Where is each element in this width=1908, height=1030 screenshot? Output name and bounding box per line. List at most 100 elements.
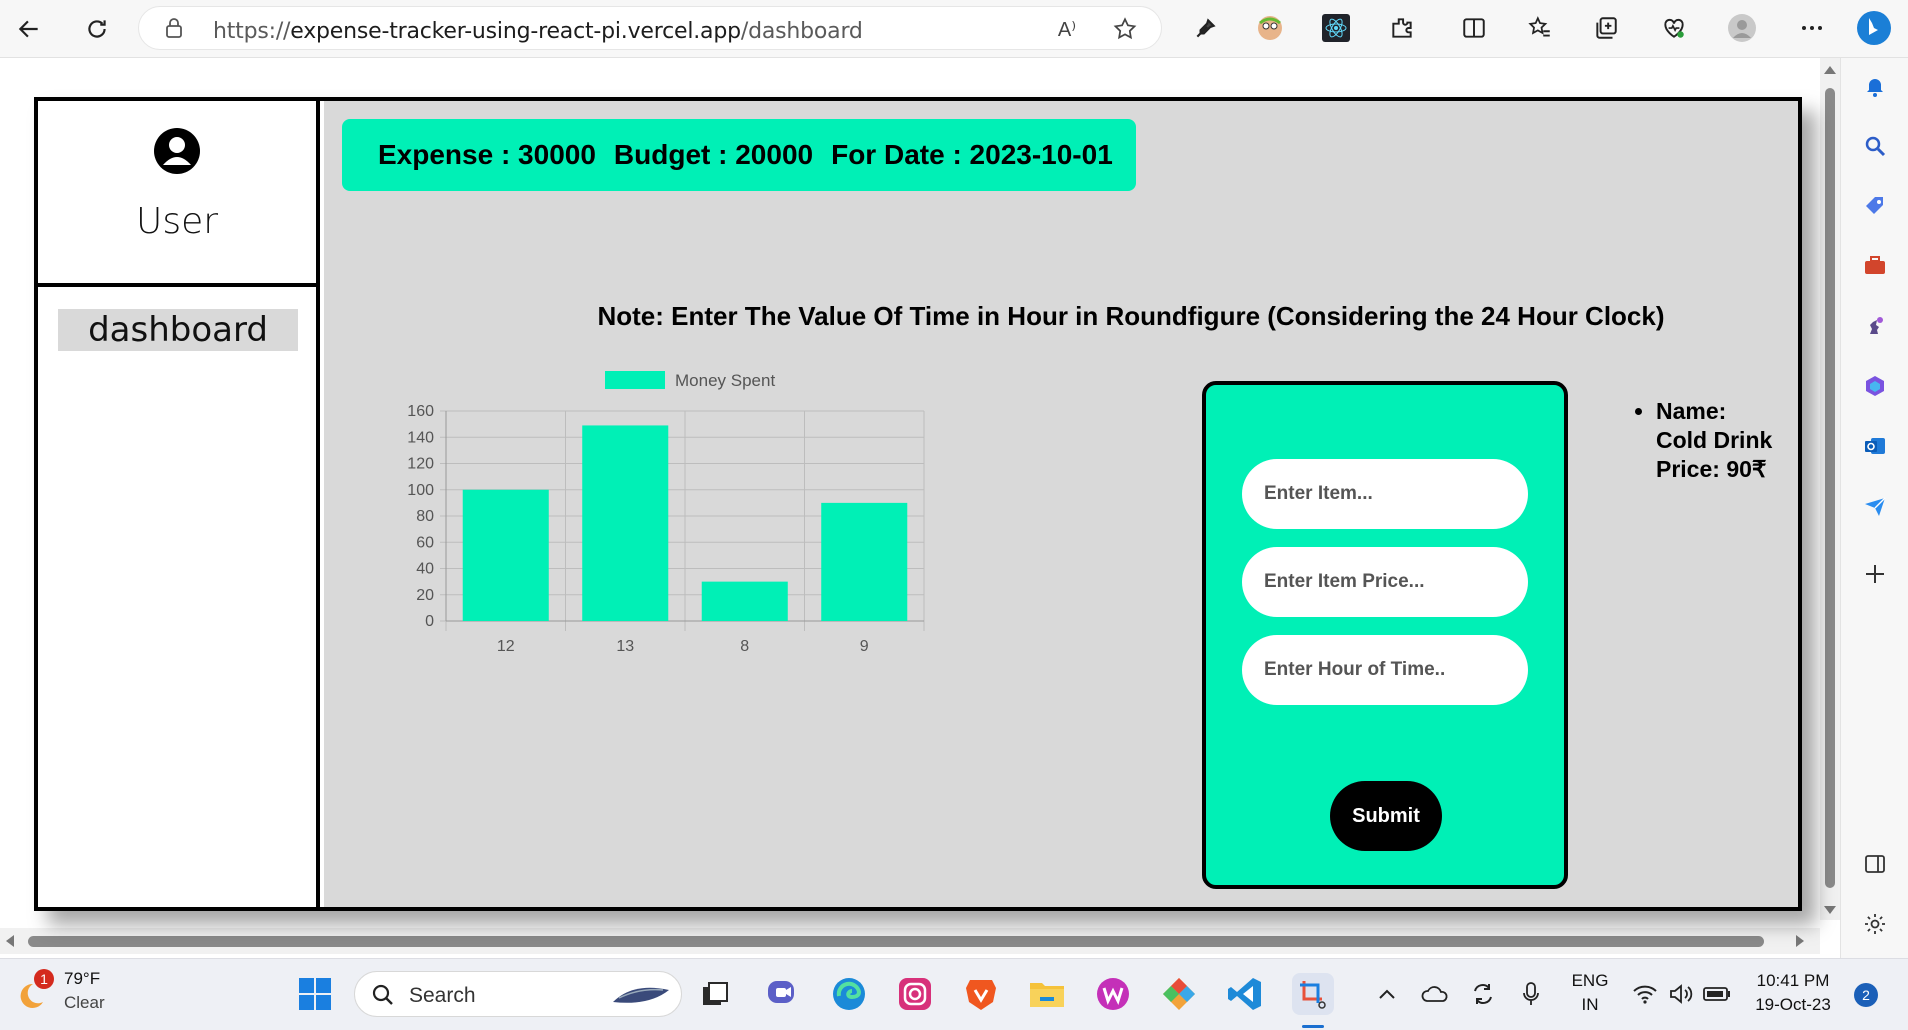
add-panel-icon[interactable]: [1859, 558, 1891, 590]
user-avatar-icon: [153, 127, 201, 175]
horizontal-scrollbar[interactable]: [0, 928, 1820, 954]
tools-briefcase-icon[interactable]: [1859, 250, 1891, 282]
browser-toolbar: https://expense-tracker-using-react-pi.v…: [0, 0, 1908, 58]
summary-date: For Date : 2023-10-01: [831, 139, 1113, 170]
shopping-tag-icon[interactable]: [1859, 190, 1891, 222]
settings-gear-icon[interactable]: [1859, 908, 1891, 940]
wps-office-icon[interactable]: [1092, 973, 1134, 1015]
search-icon[interactable]: [1859, 130, 1891, 162]
dashboard-main: Expense : 30000 Budget : 20000 For Date …: [324, 101, 1798, 907]
avatar-extension-icon[interactable]: [1254, 12, 1286, 44]
eyedropper-extension-icon[interactable]: [1190, 12, 1222, 44]
scroll-left-arrow[interactable]: [6, 935, 14, 947]
extensions-icon[interactable]: [1386, 12, 1418, 44]
app-container: User dashboard Expense : 30000 Budget : …: [34, 97, 1802, 911]
clock-time: 10:41 PM: [1756, 971, 1830, 990]
read-aloud-glyph: A⁾: [1057, 18, 1077, 41]
browser-essentials-icon[interactable]: [1658, 12, 1690, 44]
add-expense-form: Submit: [1202, 381, 1568, 889]
lock-icon[interactable]: [157, 11, 191, 45]
vertical-scroll-thumb[interactable]: [1825, 88, 1835, 888]
clock[interactable]: 10:41 PM 19-Oct-23: [1748, 971, 1838, 1015]
active-app-indicator: [1302, 1025, 1324, 1028]
user-name: User: [135, 201, 219, 242]
url-prefix: https://: [213, 19, 291, 44]
bar: [821, 502, 908, 621]
scroll-right-arrow[interactable]: [1796, 935, 1804, 947]
vertical-scrollbar[interactable]: [1820, 58, 1840, 920]
taskbar-search-icon: [371, 983, 395, 1012]
taskbar-search[interactable]: Search: [354, 971, 682, 1017]
bing-copilot-icon[interactable]: [1854, 8, 1894, 48]
sync-status-icon[interactable]: [1462, 973, 1504, 1015]
more-options-icon[interactable]: [1796, 12, 1828, 44]
edge-browser-icon[interactable]: [828, 973, 870, 1015]
hide-sidebar-icon[interactable]: [1859, 848, 1891, 880]
y-tick-label: 80: [416, 508, 434, 525]
favorite-star-icon[interactable]: [1109, 13, 1141, 45]
app-sidebar: User dashboard: [38, 101, 320, 907]
y-tick-label: 20: [416, 587, 434, 604]
file-explorer-icon[interactable]: [1026, 973, 1068, 1015]
hour-of-time-input[interactable]: [1242, 635, 1528, 705]
browser-side-panel: [1840, 58, 1908, 958]
vscode-icon[interactable]: [1224, 973, 1266, 1015]
games-icon[interactable]: [1859, 310, 1891, 342]
search-highlight-icon: [609, 980, 673, 1015]
git-tool-icon[interactable]: [1158, 973, 1200, 1015]
list-item: Name: Cold Drink Price: 90₹: [1656, 397, 1794, 484]
expense-total: Expense : 30000: [378, 139, 596, 170]
split-screen-icon[interactable]: [1458, 12, 1490, 44]
instagram-icon[interactable]: [894, 973, 936, 1015]
windows-start-icon[interactable]: [294, 973, 336, 1015]
notification-count-badge[interactable]: 2: [1854, 983, 1878, 1007]
teams-chat-icon[interactable]: [762, 973, 804, 1015]
taskbar-search-label: Search: [409, 984, 476, 1007]
address-bar[interactable]: https://expense-tracker-using-react-pi.v…: [138, 6, 1162, 50]
user-profile: User: [38, 101, 316, 287]
react-devtools-icon[interactable]: [1320, 12, 1352, 44]
item-name-value: Cold Drink: [1656, 427, 1773, 453]
y-tick-label: 100: [407, 482, 434, 499]
submit-button[interactable]: Submit: [1330, 781, 1442, 851]
send-icon[interactable]: [1859, 490, 1891, 522]
notifications-bell-icon[interactable]: [1859, 70, 1891, 102]
show-hidden-icons-chevron[interactable]: [1366, 973, 1408, 1015]
weather-temp: 79°F: [64, 969, 101, 988]
money-spent-chart: 0 20 40 60 80 100 120 140 160 12 13 8 9 Money Spent: [407, 371, 925, 655]
task-view-icon[interactable]: [694, 973, 736, 1015]
y-tick-label: 0: [425, 613, 434, 630]
item-name-label: Name:: [1656, 398, 1727, 424]
weather-alert-badge: 1: [34, 969, 54, 989]
back-icon[interactable]: [10, 10, 48, 48]
read-aloud-icon[interactable]: A⁾: [1051, 13, 1083, 45]
refresh-icon[interactable]: [78, 10, 116, 48]
outlook-icon[interactable]: [1859, 430, 1891, 462]
item-name-input[interactable]: [1242, 459, 1528, 529]
snipping-tool-icon[interactable]: [1292, 973, 1334, 1015]
scroll-down-arrow[interactable]: [1824, 906, 1836, 914]
summary-banner: Expense : 30000 Budget : 20000 For Date …: [342, 119, 1136, 191]
x-tick-label: 12: [497, 638, 515, 655]
windows-taskbar: 1 79°F Clear Search ENG IN 10:41 PM 19-O…: [0, 958, 1908, 1030]
clock-date: 19-Oct-23: [1755, 995, 1831, 1014]
item-price-input[interactable]: [1242, 547, 1528, 617]
x-tick-label: 8: [740, 638, 749, 655]
bar: [582, 425, 669, 621]
language-indicator[interactable]: ENG IN: [1560, 971, 1620, 1015]
copilot-app-icon[interactable]: [1859, 370, 1891, 402]
brave-browser-icon[interactable]: [960, 973, 1002, 1015]
onedrive-sync-icon[interactable]: [1414, 973, 1456, 1015]
horizontal-scroll-thumb[interactable]: [28, 936, 1764, 947]
microphone-icon[interactable]: [1510, 973, 1552, 1015]
scroll-up-arrow[interactable]: [1824, 66, 1836, 74]
y-tick-label: 140: [407, 429, 434, 446]
url-path: /dashboard: [740, 19, 863, 44]
favorites-icon[interactable]: [1524, 12, 1556, 44]
sidebar-item-dashboard[interactable]: dashboard: [58, 309, 298, 351]
bar: [701, 581, 788, 621]
y-tick-label: 160: [407, 403, 434, 420]
profile-avatar-icon[interactable]: [1726, 12, 1758, 44]
battery-icon[interactable]: [1696, 973, 1738, 1015]
collections-icon[interactable]: [1590, 12, 1622, 44]
